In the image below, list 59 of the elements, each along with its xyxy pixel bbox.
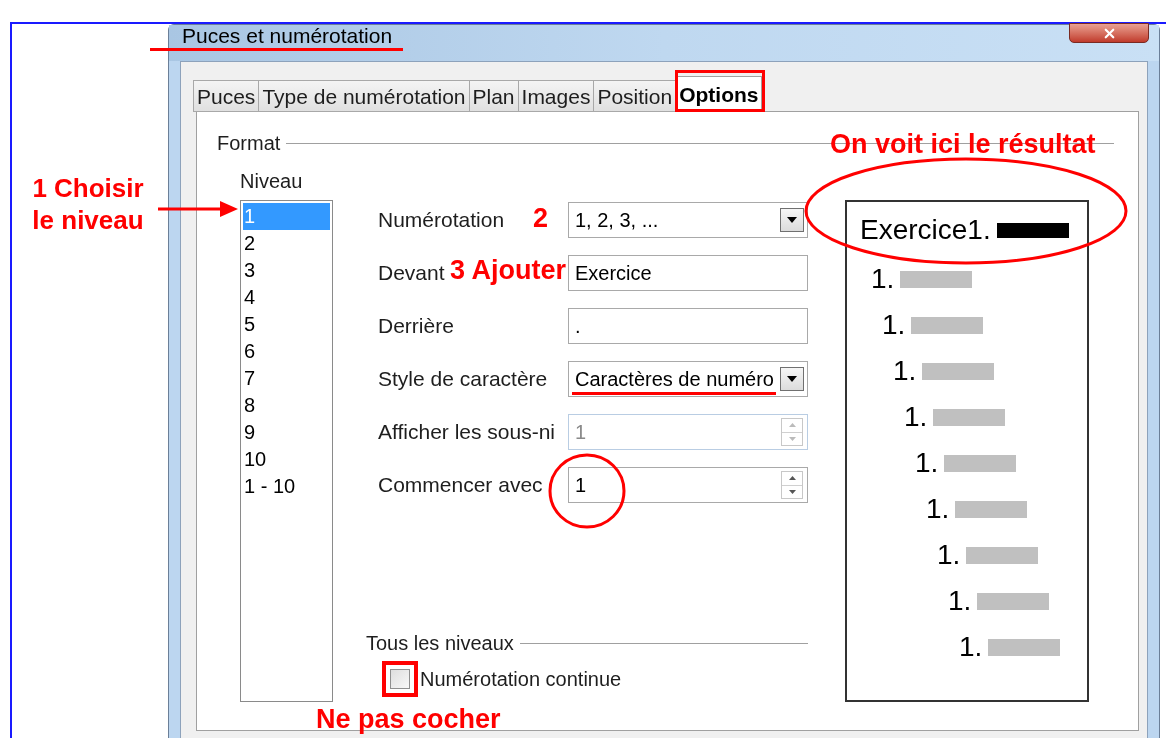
spin-field[interactable]: 1	[568, 467, 808, 503]
dropdown-field[interactable]: Caractères de numéro	[568, 361, 808, 397]
dropdown-button[interactable]	[780, 208, 804, 232]
preview-number: 1.	[959, 633, 983, 661]
down-icon	[788, 436, 796, 441]
annotation-text: 3 Ajouter	[450, 254, 566, 287]
list-label: Niveau	[240, 169, 304, 194]
group-legend: Tous les niveaux	[366, 628, 514, 658]
highlight-box	[382, 661, 418, 697]
preview-number: 1.	[904, 403, 928, 431]
preview-number: 1.	[893, 357, 917, 385]
list-item[interactable]: 3	[243, 257, 330, 284]
caret-icon	[787, 376, 797, 382]
field-label: Derrière	[378, 313, 454, 340]
list-item[interactable]: 9	[243, 419, 330, 446]
field-label: Commencer avec	[378, 472, 543, 499]
input-field[interactable]: .	[568, 308, 808, 344]
field-label: Afficher les sous-ni	[378, 419, 556, 446]
list-item[interactable]: 2	[243, 230, 330, 257]
preview-number: Exercice1.	[860, 216, 991, 244]
up-icon	[788, 476, 796, 481]
spin-buttons[interactable]	[781, 471, 803, 499]
preview-number: 1.	[915, 449, 939, 477]
field-label: Numérotation	[378, 207, 505, 234]
preview-number: 1.	[948, 587, 972, 615]
list-item[interactable]: 5	[243, 311, 330, 338]
preview-number: 1.	[926, 495, 950, 523]
up-icon	[788, 423, 796, 428]
annotation-text: 2	[533, 202, 549, 235]
annotation-text: 1 Choisir le niveau	[31, 172, 145, 236]
list-item[interactable]: 6	[243, 338, 330, 365]
dropdown-button[interactable]	[780, 367, 804, 391]
annotation-text: On voit ici le résultat	[830, 128, 1096, 161]
field-label: Devant	[378, 260, 445, 287]
tab[interactable]: Options	[675, 76, 763, 112]
checkbox-label: Numérotation continue	[420, 667, 622, 692]
list-item[interactable]: 8	[243, 392, 330, 419]
down-icon	[788, 489, 796, 494]
list-item[interactable]: 1 - 10	[243, 473, 330, 500]
preview-number: 1.	[882, 311, 906, 339]
list-item[interactable]: 7	[243, 365, 330, 392]
tab[interactable]: Images	[517, 80, 595, 112]
close-button[interactable]	[1069, 23, 1149, 43]
tab[interactable]: Plan	[468, 80, 519, 112]
checkbox[interactable]	[390, 669, 410, 689]
group-legend: Format	[217, 128, 281, 158]
tab[interactable]: Puces	[193, 80, 260, 112]
tab[interactable]: Type de numérotation	[258, 80, 470, 112]
dropdown-field[interactable]: 1, 2, 3, ...	[568, 202, 808, 238]
preview-number: 1.	[937, 541, 961, 569]
preview-number: 1.	[871, 265, 895, 293]
input-field[interactable]: Exercice	[568, 255, 808, 291]
window-title: Puces et numérotation	[182, 26, 393, 46]
field-label: Style de caractère	[378, 366, 548, 393]
caret-icon	[787, 217, 797, 223]
annotation-text: Ne pas cocher	[316, 703, 501, 736]
list-item[interactable]: 4	[243, 284, 330, 311]
list-item[interactable]: 10	[243, 446, 330, 473]
tab[interactable]: Position	[593, 80, 677, 112]
